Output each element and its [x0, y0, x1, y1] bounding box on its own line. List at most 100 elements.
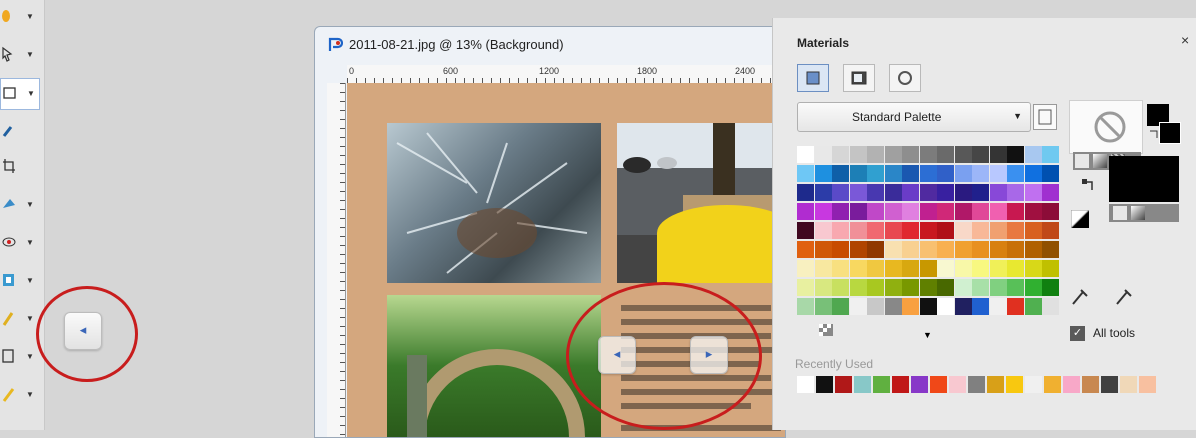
- crop-tool[interactable]: [0, 152, 40, 182]
- rainbow-tab[interactable]: [843, 64, 875, 92]
- color-swatch[interactable]: [954, 279, 972, 296]
- swap-colors-icon[interactable]: [1081, 178, 1097, 194]
- texture-swatch[interactable]: [819, 323, 833, 336]
- color-swatch[interactable]: [884, 279, 902, 296]
- chevron-down-icon[interactable]: ▼: [26, 314, 34, 323]
- color-swatch[interactable]: [919, 165, 937, 182]
- color-swatch[interactable]: [902, 222, 919, 239]
- color-swatch[interactable]: [797, 298, 814, 315]
- color-swatch[interactable]: [954, 165, 972, 182]
- color-swatch[interactable]: [797, 203, 814, 220]
- recent-swatch[interactable]: [911, 376, 928, 393]
- color-swatch[interactable]: [849, 146, 867, 163]
- color-swatch[interactable]: [902, 165, 919, 182]
- color-swatch[interactable]: [814, 146, 832, 163]
- color-swatch[interactable]: [884, 184, 902, 201]
- color-swatch[interactable]: [884, 222, 902, 239]
- clone-tool[interactable]: ▼: [0, 266, 40, 296]
- color-swatch[interactable]: [937, 279, 954, 296]
- color-swatch[interactable]: [972, 165, 989, 182]
- color-swatch[interactable]: [972, 222, 989, 239]
- color-swatch[interactable]: [867, 260, 884, 277]
- color-swatch[interactable]: [1042, 146, 1059, 163]
- color-swatch[interactable]: [797, 184, 814, 201]
- color-swatch[interactable]: [867, 241, 884, 258]
- default-colors-icon[interactable]: [1071, 210, 1089, 228]
- recent-swatch[interactable]: [987, 376, 1004, 393]
- color-swatch[interactable]: [954, 203, 972, 220]
- color-swatch[interactable]: [937, 203, 954, 220]
- color-swatch[interactable]: [1024, 146, 1042, 163]
- photo-parking-post[interactable]: [617, 123, 785, 283]
- chevron-down-icon[interactable]: ▼: [26, 352, 34, 361]
- gradient-style-icon[interactable]: [1093, 154, 1107, 168]
- color-swatch[interactable]: [972, 241, 989, 258]
- color-swatch[interactable]: [919, 279, 937, 296]
- recent-swatch[interactable]: [1025, 376, 1042, 393]
- color-swatch[interactable]: [1042, 184, 1059, 201]
- color-swatch[interactable]: [972, 298, 989, 315]
- recent-swatch[interactable]: [854, 376, 871, 393]
- color-swatch[interactable]: [849, 184, 867, 201]
- color-swatch[interactable]: [1007, 146, 1024, 163]
- color-swatch[interactable]: [902, 298, 919, 315]
- color-swatch[interactable]: [1007, 203, 1024, 220]
- recent-swatch[interactable]: [930, 376, 947, 393]
- palette-scroll-arrow[interactable]: ▼: [923, 330, 932, 340]
- color-swatch[interactable]: [832, 241, 849, 258]
- color-style-icon[interactable]: [1075, 154, 1089, 168]
- color-swatch[interactable]: [972, 184, 989, 201]
- close-icon[interactable]: ×: [1181, 32, 1189, 48]
- color-swatch[interactable]: [919, 146, 937, 163]
- color-swatch[interactable]: [814, 241, 832, 258]
- color-swatch[interactable]: [902, 203, 919, 220]
- color-swatch[interactable]: [832, 298, 849, 315]
- chevron-down-icon[interactable]: ▼: [27, 89, 35, 98]
- color-swatch[interactable]: [937, 146, 954, 163]
- color-swatch[interactable]: [902, 241, 919, 258]
- chevron-down-icon[interactable]: ▼: [26, 200, 34, 209]
- color-swatch[interactable]: [884, 203, 902, 220]
- color-swatch[interactable]: [989, 184, 1007, 201]
- recent-swatch[interactable]: [835, 376, 852, 393]
- color-swatch[interactable]: [884, 165, 902, 182]
- color-swatch[interactable]: [1024, 260, 1042, 277]
- all-tools-checkbox[interactable]: ✓: [1070, 326, 1085, 341]
- chevron-down-icon[interactable]: ▼: [26, 276, 34, 285]
- color-style-icon[interactable]: [1113, 206, 1127, 220]
- color-swatch[interactable]: [1024, 279, 1042, 296]
- color-swatch[interactable]: [867, 146, 884, 163]
- move-tool[interactable]: ▼: [0, 190, 40, 220]
- color-swatch[interactable]: [1042, 298, 1059, 315]
- recent-swatch[interactable]: [968, 376, 985, 393]
- color-swatch[interactable]: [849, 203, 867, 220]
- color-swatch[interactable]: [989, 203, 1007, 220]
- palette-options-button[interactable]: [1033, 104, 1057, 130]
- color-swatch[interactable]: [919, 241, 937, 258]
- color-swatch[interactable]: [884, 146, 902, 163]
- color-swatch[interactable]: [1024, 203, 1042, 220]
- color-swatch[interactable]: [814, 165, 832, 182]
- pick-tool[interactable]: ▼: [0, 40, 40, 70]
- paint-tool[interactable]: ▼: [0, 304, 40, 334]
- color-swatch[interactable]: [1024, 241, 1042, 258]
- eyedropper-icon[interactable]: [1071, 286, 1089, 306]
- color-swatch[interactable]: [867, 279, 884, 296]
- color-swatch[interactable]: [919, 298, 937, 315]
- recent-swatch[interactable]: [1006, 376, 1023, 393]
- color-swatch[interactable]: [884, 298, 902, 315]
- swap-icon[interactable]: [1149, 130, 1159, 140]
- background-style-buttons[interactable]: [1109, 204, 1179, 222]
- color-swatch[interactable]: [902, 260, 919, 277]
- palette-dropdown[interactable]: Standard Palette ▼: [797, 102, 1031, 132]
- color-swatch[interactable]: [849, 165, 867, 182]
- color-swatch[interactable]: [972, 146, 989, 163]
- color-swatch[interactable]: [832, 222, 849, 239]
- color-swatch[interactable]: [1024, 298, 1042, 315]
- background-material-box[interactable]: [1109, 156, 1179, 202]
- color-swatch[interactable]: [814, 203, 832, 220]
- color-swatch[interactable]: [814, 184, 832, 201]
- recent-swatch[interactable]: [1101, 376, 1118, 393]
- color-swatch[interactable]: [937, 184, 954, 201]
- color-swatch[interactable]: [832, 203, 849, 220]
